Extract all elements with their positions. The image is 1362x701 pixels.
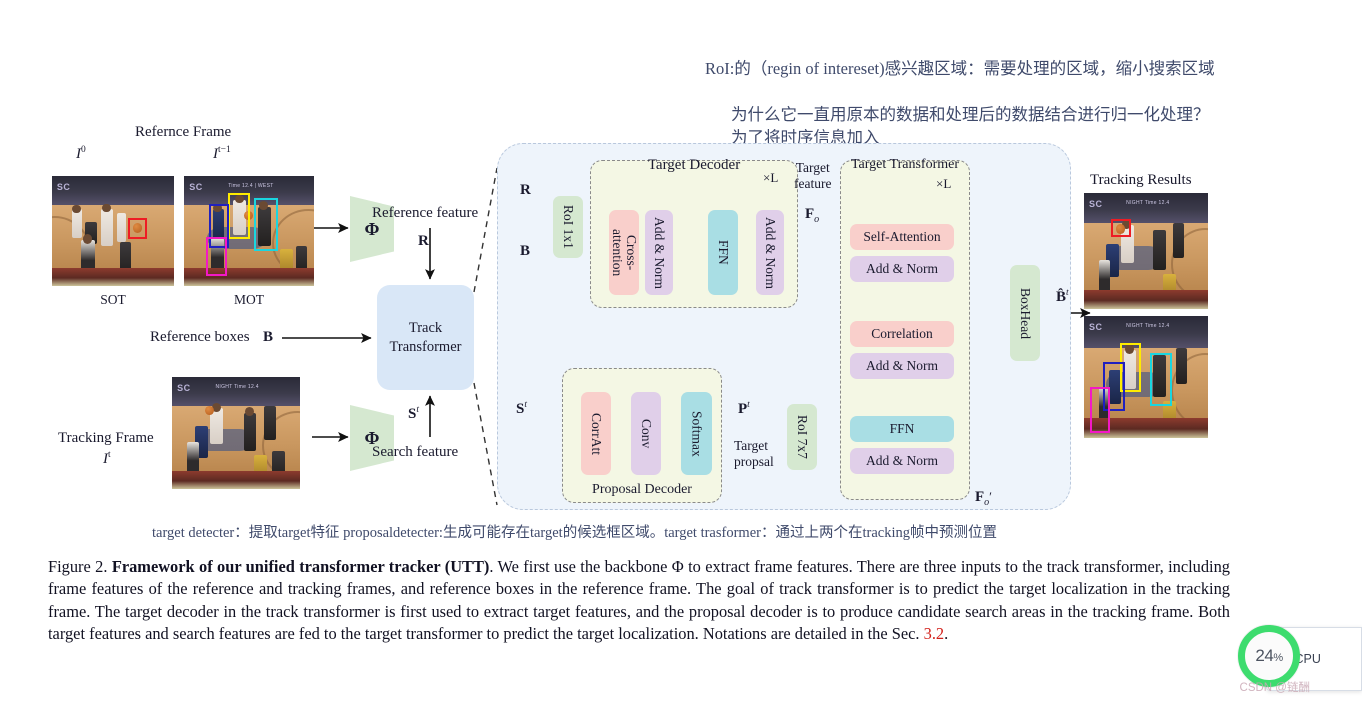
- proposal-decoder-label: Proposal Decoder: [592, 482, 692, 497]
- bbox-cyan-result: [1149, 352, 1173, 407]
- symbol-Pt: Pt: [738, 400, 750, 417]
- mot-label: MOT: [234, 292, 264, 307]
- symbol-St-input: St: [516, 400, 527, 417]
- block-roi-1x1[interactable]: RoI 1x1: [553, 196, 583, 258]
- track-transformer-label-line1: Track: [408, 320, 443, 337]
- reference-frame-sot-image: SC: [52, 176, 174, 286]
- target-feature-label: Target feature: [794, 160, 832, 191]
- bbox-red-sot: [127, 217, 148, 239]
- tracking-result-image-sot: SC NIGHT Time 12.4: [1084, 193, 1208, 309]
- block-ffn-decoder[interactable]: FFN: [708, 210, 738, 295]
- block-add-norm-tt-3[interactable]: Add & Norm: [850, 448, 954, 474]
- caption-section-reference[interactable]: 3.2: [924, 624, 945, 643]
- target-decoder-repeat-label: ×L: [763, 170, 779, 185]
- cpu-percent-symbol: %: [1273, 652, 1283, 664]
- symbol-Fo-prime: Fo′: [975, 489, 993, 508]
- block-corratt[interactable]: CorrAtt: [581, 392, 611, 475]
- cpu-usage-value: 24%: [1255, 646, 1283, 666]
- reference-feature-label: Reference feature: [372, 205, 479, 221]
- bbox-magenta-result: [1090, 386, 1111, 434]
- symbol-Bhat-t: B̂t: [1056, 288, 1069, 305]
- tracking-frame-label: Tracking Frame: [58, 430, 154, 446]
- track-transformer-box[interactable]: Track Transformer: [377, 285, 474, 390]
- symbol-St-left: St: [408, 405, 419, 422]
- symbol-R-input: R: [520, 182, 531, 198]
- cpu-usage-gauge[interactable]: 24%: [1238, 625, 1300, 687]
- tracking-results-label: Tracking Results: [1090, 172, 1192, 188]
- annotation-bottom-note: target detecter：提取target特征 proposaldetec…: [152, 525, 997, 541]
- figure-caption: Figure 2. Framework of our unified trans…: [48, 556, 1230, 646]
- reference-frame-title: Refernce Frame: [135, 124, 232, 140]
- bbox-cyan-mot: [254, 198, 278, 251]
- block-correlation[interactable]: Correlation: [850, 321, 954, 347]
- annotation-question-1: 为什么它一直用原本的数据和处理后的数据结合进行归一化处理？: [731, 105, 1210, 124]
- backbone-symbol-bottom: Φ: [364, 427, 380, 448]
- backbone-phi-bottom: Φ: [350, 405, 394, 471]
- bbox-magenta-mot: [206, 236, 227, 277]
- block-add-norm-decoder-2[interactable]: Add & Norm: [756, 210, 784, 295]
- bbox-yellow-mot: [228, 192, 251, 239]
- target-transformer-repeat-label: ×L: [936, 176, 952, 191]
- track-transformer-label-line2: Transformer: [389, 338, 462, 355]
- block-add-norm-decoder-1[interactable]: Add & Norm: [645, 210, 673, 295]
- reference-frame-mot-image: SC Time 12.4 | WEST: [184, 176, 314, 286]
- block-add-norm-tt-2[interactable]: Add & Norm: [850, 353, 954, 379]
- tracking-result-image-mot: SC NIGHT Time 12.4: [1084, 316, 1208, 438]
- caption-figure-number: Figure 2.: [48, 557, 108, 576]
- cpu-percent-number: 24: [1255, 646, 1274, 665]
- symbol-Fo: Fo: [805, 206, 820, 225]
- frame-label-it: It: [103, 450, 111, 467]
- bbox-red-result: [1111, 218, 1132, 238]
- search-feature-label: Search feature: [372, 444, 459, 460]
- block-self-attention[interactable]: Self-Attention: [850, 224, 954, 250]
- block-roi-7x7[interactable]: RoI 7x7: [787, 404, 817, 470]
- frame-label-i0: I0: [76, 145, 86, 162]
- symbol-B-input: B: [520, 243, 531, 259]
- block-softmax[interactable]: Softmax: [681, 392, 712, 475]
- block-ffn-tt[interactable]: FFN: [850, 416, 954, 442]
- block-cross-attention[interactable]: Cross- attention: [609, 210, 639, 295]
- reference-boxes-label: Reference boxes: [150, 329, 250, 345]
- symbol-R-left: R: [418, 233, 429, 249]
- caption-body-part2: .: [944, 624, 949, 644]
- csdn-watermark: CSDN @链酬: [1239, 682, 1310, 694]
- caption-bold-title: Framework of our unified transformer tra…: [111, 557, 490, 576]
- symbol-B-left: B: [263, 329, 274, 345]
- sot-label: SOT: [100, 292, 126, 307]
- block-conv[interactable]: Conv: [631, 392, 661, 475]
- block-add-norm-tt-1[interactable]: Add & Norm: [850, 256, 954, 282]
- annotation-roi-note: RoI:的（regin of intereset)感兴趣区域：需要处理的区域，缩…: [705, 59, 1215, 78]
- block-boxhead[interactable]: BoxHead: [1010, 265, 1040, 361]
- target-proposal-label: Target propsal: [734, 438, 774, 469]
- tracking-frame-image: SC NIGHT Time 12.4: [172, 377, 300, 489]
- target-transformer-label: Target Transformer: [850, 157, 960, 172]
- frame-label-it1: It−1: [213, 145, 231, 162]
